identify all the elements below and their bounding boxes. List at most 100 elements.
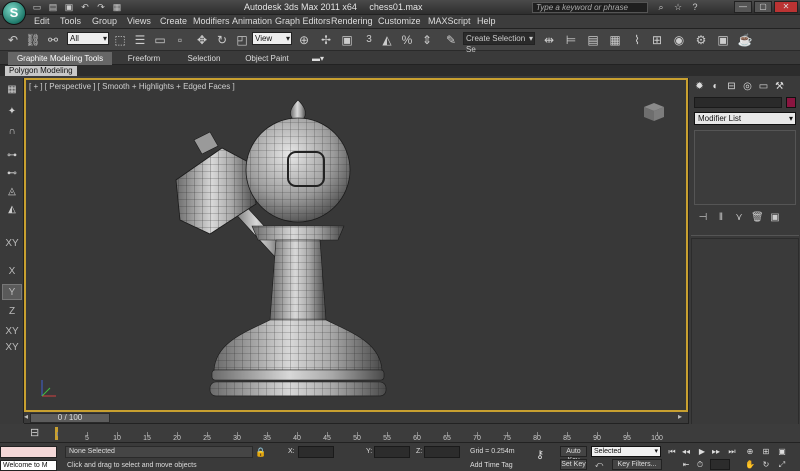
undo-icon[interactable]: ↶ [78, 1, 92, 13]
menu-edit[interactable]: Edit [34, 16, 50, 26]
ribbon-options-icon[interactable]: ▬▾ [310, 52, 326, 65]
render-setup-icon[interactable]: ⚙ [692, 32, 710, 48]
menu-views[interactable]: Views [127, 16, 151, 26]
help-icon[interactable]: ? [688, 1, 702, 13]
zoom-extents-icon[interactable]: ▣ [776, 446, 788, 457]
time-prev-icon[interactable]: ◂ [24, 412, 28, 421]
minimize-button[interactable]: — [734, 1, 752, 13]
axis-xy2-button[interactable]: XY [2, 324, 22, 340]
key-mode-toggle-icon[interactable]: ⇤ [680, 459, 692, 470]
menu-customize[interactable]: Customize [378, 16, 421, 26]
pin-icon[interactable]: ✦ [2, 104, 22, 120]
set-key-icon[interactable]: ⚷ [536, 448, 544, 461]
select-manipulate-icon[interactable]: ✢ [317, 32, 335, 48]
material-editor-icon[interactable]: ◉ [670, 32, 688, 48]
edit-named-selection-icon[interactable]: ✎ [442, 32, 460, 48]
z-coordinate-field[interactable] [424, 446, 460, 458]
go-to-start-icon[interactable]: ⏮ [666, 446, 678, 457]
angle-snap-icon[interactable]: ◭ [378, 32, 396, 48]
time-slider[interactable]: ◂ 0 / 100 ▸ [24, 412, 688, 424]
reference-coordinate-dropdown[interactable]: View [252, 32, 292, 45]
tab-freeform[interactable]: Freeform [112, 52, 176, 65]
menu-help[interactable]: Help [477, 16, 496, 26]
graphite-toggle-icon[interactable]: ▦ [606, 32, 624, 48]
binoculars-icon[interactable]: ⌕ [654, 1, 668, 13]
close-button[interactable]: ✕ [774, 1, 798, 13]
tab-selection[interactable]: Selection [176, 52, 232, 65]
named-selection-dropdown[interactable]: Create Selection Se [463, 32, 535, 54]
track-ruler[interactable]: 5 10 15 20 25 30 35 40 45 50 55 60 65 70 75 80 85 90 95 100 [55, 424, 663, 442]
create-tab-icon[interactable]: ✹ [693, 80, 706, 93]
menu-tools[interactable]: Tools [60, 16, 81, 26]
key-mode-icon[interactable]: ⤺ [593, 459, 605, 470]
tab-graphite-modeling-tools[interactable]: Graphite Modeling Tools [8, 52, 112, 65]
unlink-icon[interactable]: ⚯ [44, 32, 62, 48]
time-config-icon[interactable]: ⏱ [694, 459, 706, 470]
scale-gizmo-icon[interactable]: ◬ [2, 184, 22, 200]
show-end-result-icon[interactable]: ‖ [715, 212, 727, 224]
new-icon[interactable]: ▭ [30, 1, 44, 13]
set-key-button[interactable]: Set Key [560, 459, 587, 470]
search-input[interactable]: Type a keyword or phrase [532, 2, 648, 13]
y-coordinate-field[interactable] [374, 446, 410, 458]
polygon-modeling-label[interactable]: Polygon Modeling [5, 66, 77, 76]
chess-bishop-model[interactable] [26, 80, 690, 410]
selection-filter-dropdown[interactable]: All [67, 32, 109, 45]
layer-manager-icon[interactable]: ▤ [584, 32, 602, 48]
menu-graph-editors[interactable]: Graph Editors [275, 16, 331, 26]
maxscript-listener[interactable] [0, 446, 57, 458]
make-unique-icon[interactable]: ⋎ [733, 212, 745, 224]
modifier-list-dropdown[interactable]: Modifier List [694, 112, 796, 125]
align-icon[interactable]: ⊨ [562, 32, 580, 48]
schematic-view-icon[interactable]: ⊞ [648, 32, 666, 48]
tab-object-paint[interactable]: Object Paint [232, 52, 302, 65]
key-selection-dropdown[interactable]: Selected [591, 446, 661, 457]
maximize-button[interactable]: ▢ [754, 1, 772, 13]
axis-y-button[interactable]: Y [2, 284, 22, 300]
x-coordinate-field[interactable] [298, 446, 334, 458]
zoom-icon[interactable]: ⊕ [744, 446, 756, 457]
rendered-frame-window-icon[interactable]: ▣ [714, 32, 732, 48]
rotate-gizmo-icon[interactable]: ⊷ [2, 166, 22, 182]
select-object-icon[interactable]: ⬚ [111, 32, 129, 48]
star-icon[interactable]: ☆ [671, 1, 685, 13]
undo-icon[interactable]: ↶ [4, 32, 22, 48]
open-icon[interactable]: ▤ [46, 1, 60, 13]
play-icon[interactable]: ▶ [696, 446, 708, 457]
orbit-icon[interactable]: ↻ [760, 459, 772, 470]
pivot-center-icon[interactable]: ⊕ [295, 32, 313, 48]
axis-x-button[interactable]: X [2, 264, 22, 280]
maxscript-mini-listener[interactable]: Welcome to M [0, 460, 57, 471]
perspective-viewport[interactable]: [ + ] [ Perspective ] [ Smooth + Highlig… [24, 78, 688, 412]
axis-xy-button[interactable]: XY [2, 236, 22, 252]
snap-icon[interactable]: ∩ [2, 124, 22, 140]
hold-icon[interactable]: ▦ [110, 1, 124, 13]
remove-modifier-icon[interactable]: 🗑 [751, 212, 764, 224]
utilities-tab-icon[interactable]: ⚒ [773, 80, 786, 93]
modify-tab-icon[interactable]: ◐ [709, 80, 722, 93]
mini-curve-editor-icon[interactable]: ⊟ [30, 426, 39, 439]
selection-lock-icon[interactable]: 🔒 [255, 446, 267, 458]
scale-icon[interactable]: ◰ [233, 32, 251, 48]
redo-icon[interactable]: ↷ [94, 1, 108, 13]
select-by-name-icon[interactable]: ☰ [131, 32, 149, 48]
menu-group[interactable]: Group [92, 16, 117, 26]
pin-stack-icon[interactable]: ⊣ [697, 212, 709, 224]
menu-animation[interactable]: Animation [232, 16, 272, 26]
configure-sets-icon[interactable]: ▣ [769, 212, 781, 224]
pan-icon[interactable]: ✋ [744, 459, 756, 470]
grid-icon[interactable]: ▦ [2, 82, 22, 98]
auto-key-button[interactable]: Auto Key [560, 446, 587, 464]
modifier-stack[interactable] [694, 130, 796, 205]
add-time-tag-button[interactable]: Add Time Tag [470, 462, 513, 469]
axis-z-button[interactable]: Z [2, 304, 22, 320]
key-filters-button[interactable]: Key Filters... [612, 459, 662, 470]
go-to-end-icon[interactable]: ⏭ [726, 446, 738, 457]
mirror-icon[interactable]: ⇹ [540, 32, 558, 48]
percent-snap-icon[interactable]: % [398, 32, 416, 48]
menu-maxscript[interactable]: MAXScript [428, 16, 471, 26]
move-icon[interactable]: ✥ [193, 32, 211, 48]
snap-toggle-icon[interactable]: 3 [360, 32, 378, 48]
rotate-icon[interactable]: ↻ [213, 32, 231, 48]
keyboard-shortcut-icon[interactable]: ▣ [338, 32, 356, 48]
